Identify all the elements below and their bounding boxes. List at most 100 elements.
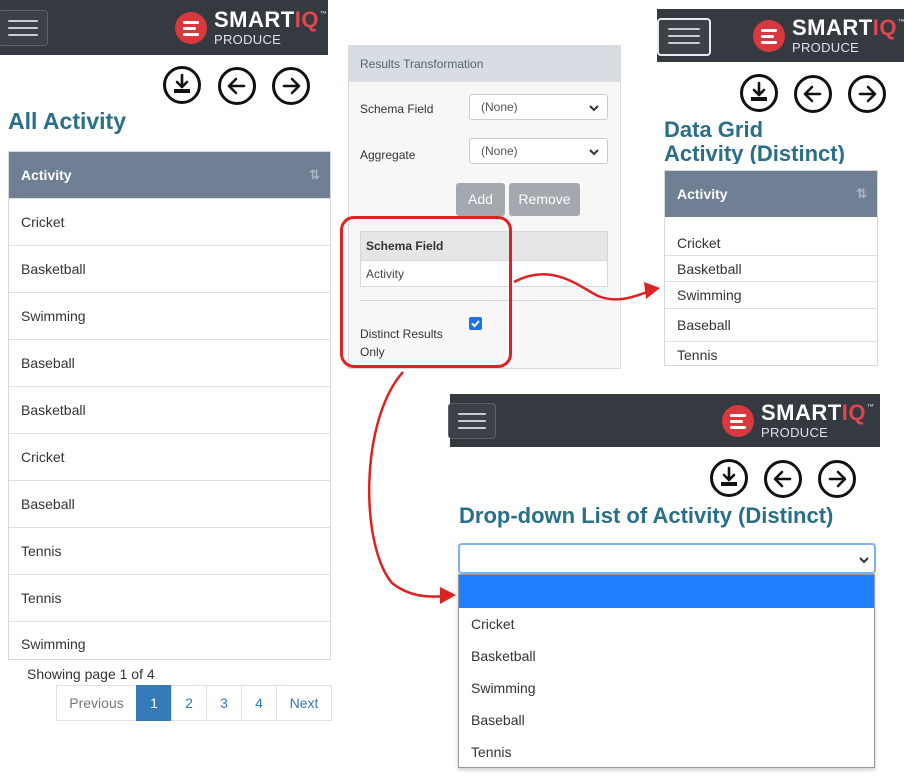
dropdown-option[interactable]: Swimming: [459, 672, 874, 704]
option-label: Swimming: [471, 680, 536, 696]
cell-activity: Tennis: [21, 543, 62, 559]
data-grid-title-line2: Activity (Distinct): [664, 141, 845, 165]
dropdown-option[interactable]: Tennis: [459, 736, 874, 768]
download-icon[interactable]: [163, 66, 201, 104]
table-row: Cricket: [9, 198, 330, 245]
brand-logo: SMART IQ ™ PRODUCE: [722, 402, 874, 439]
cell-activity: Cricket: [677, 235, 721, 251]
table-row: Basketball: [9, 386, 330, 433]
chevron-down-icon: [589, 149, 599, 156]
remove-button[interactable]: Remove: [509, 183, 580, 216]
cell-activity: Cricket: [21, 449, 65, 465]
logo-icon: [753, 19, 785, 52]
cell-activity: Baseball: [21, 496, 75, 512]
table-row: Basketball: [9, 245, 330, 292]
table-row: Swimming: [9, 292, 330, 339]
bottom-app-bar: SMART IQ ™ PRODUCE: [448, 394, 880, 447]
hamburger-menu-button[interactable]: [657, 18, 711, 56]
arrow-left-icon[interactable]: [218, 67, 256, 105]
option-label: Basketball: [471, 648, 536, 664]
brand-name: SMART: [761, 400, 842, 425]
dropdown-option[interactable]: Baseball: [459, 704, 874, 736]
arrow-right-icon[interactable]: [272, 67, 310, 105]
data-grid-title-line1: Data Grid: [664, 118, 764, 142]
option-label: Cricket: [471, 616, 515, 632]
page-4-button[interactable]: 4: [241, 685, 277, 721]
top-right-app-bar: SMART IQ ™ PRODUCE: [657, 9, 905, 62]
download-icon[interactable]: [740, 74, 778, 112]
next-page-button[interactable]: Next: [276, 685, 332, 721]
dropdown-option[interactable]: Cricket: [459, 608, 874, 640]
grid-header-label: Activity: [677, 186, 728, 202]
data-grid-title: Data Grid Activity (Distinct): [664, 118, 845, 164]
cell-activity: Baseball: [677, 317, 731, 333]
table-row: Swimming: [9, 621, 330, 666]
schema-field-label: Schema Field: [360, 102, 434, 116]
option-label: Baseball: [471, 712, 525, 728]
cell-activity: Baseball: [21, 355, 75, 371]
dropdown-options-list: Cricket Basketball Swimming Baseball Ten…: [458, 574, 875, 768]
arrow-left-icon[interactable]: [794, 75, 832, 113]
aggregate-label: Aggregate: [360, 148, 416, 162]
cell-activity: Swimming: [677, 287, 742, 303]
option-label: Tennis: [471, 744, 512, 760]
brand-sub: PRODUCE: [792, 40, 860, 55]
dropdown-title: Drop-down List of Activity (Distinct): [459, 503, 834, 528]
sort-icon[interactable]: ⇅: [309, 167, 320, 183]
cell-activity: Basketball: [21, 402, 86, 418]
activity-dropdown[interactable]: [458, 543, 876, 574]
cell-activity: Swimming: [21, 308, 86, 324]
brand-sub: PRODUCE: [761, 425, 829, 440]
hamburger-menu-button[interactable]: [448, 403, 496, 439]
pagination: Previous 1 2 3 4 Next: [56, 685, 332, 721]
brand-accent: IQ: [841, 400, 866, 425]
table-row: Tennis: [9, 527, 330, 574]
sort-icon[interactable]: ⇅: [856, 186, 867, 202]
top-left-app-bar: SMART IQ ™ PRODUCE: [0, 0, 328, 55]
logo-icon: [175, 11, 207, 44]
download-icon[interactable]: [710, 459, 748, 497]
arrow-left-icon[interactable]: [764, 460, 802, 498]
brand-accent: IQ: [872, 15, 897, 40]
schema-field-value: (None): [481, 100, 518, 114]
brand-tm: ™: [866, 404, 875, 411]
highlight-callout: [340, 216, 512, 368]
cell-activity: Tennis: [21, 590, 62, 606]
cell-activity: Tennis: [677, 347, 718, 363]
arrow-right-icon[interactable]: [848, 75, 886, 113]
distinct-activity-grid: Activity ⇅ Cricket Basketball Swimming B…: [664, 170, 878, 366]
add-button[interactable]: Add: [456, 183, 505, 216]
brand-name: SMART: [214, 7, 295, 32]
brand-name: SMART: [792, 15, 873, 40]
page-2-button[interactable]: 2: [171, 685, 207, 721]
grid-header[interactable]: Activity ⇅: [9, 152, 330, 198]
arrow-right-icon[interactable]: [818, 460, 856, 498]
dropdown-option-empty[interactable]: [459, 575, 874, 608]
previous-page-button[interactable]: Previous: [56, 685, 137, 721]
grid-header-label: Activity: [21, 167, 72, 183]
grid-header[interactable]: Activity ⇅: [665, 171, 877, 217]
table-row: Baseball: [9, 480, 330, 527]
chevron-down-icon: [859, 557, 869, 564]
table-row: Cricket: [665, 217, 877, 255]
page-title: All Activity: [8, 108, 127, 134]
cell-activity: Cricket: [21, 214, 65, 230]
table-row: Baseball: [665, 308, 877, 341]
brand-accent: IQ: [294, 7, 319, 32]
schema-field-select[interactable]: (None): [469, 94, 608, 120]
aggregate-select[interactable]: (None): [469, 138, 608, 164]
cell-activity: Basketball: [21, 261, 86, 277]
table-row: Tennis: [9, 574, 330, 621]
table-row: Basketball: [665, 255, 877, 281]
dropdown-option[interactable]: Basketball: [459, 640, 874, 672]
hamburger-menu-button[interactable]: [0, 10, 48, 46]
brand-tm: ™: [897, 19, 906, 26]
table-row: Cricket: [9, 433, 330, 480]
brand-logo: SMART IQ ™ PRODUCE: [753, 17, 905, 54]
brand-logo: SMART IQ ™ PRODUCE: [175, 9, 327, 46]
page-1-button[interactable]: 1: [136, 685, 172, 721]
logo-icon: [722, 404, 754, 437]
page-3-button[interactable]: 3: [206, 685, 242, 721]
cell-activity: Swimming: [21, 636, 86, 652]
brand-sub: PRODUCE: [214, 32, 282, 47]
